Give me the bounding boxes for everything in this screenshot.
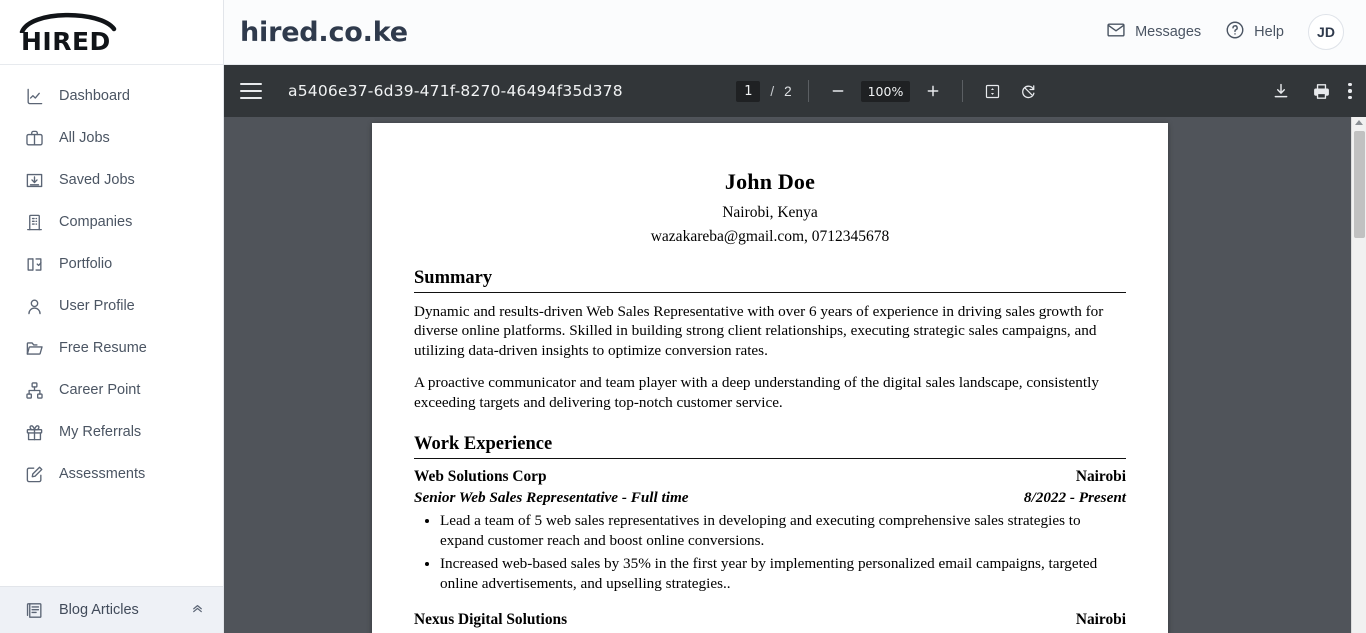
sidebar-item-all-jobs[interactable]: All Jobs <box>0 117 223 159</box>
messages-button[interactable]: Messages <box>1106 20 1201 44</box>
sidebar-item-label: Companies <box>59 214 133 230</box>
resume-name: John Doe <box>724 169 816 194</box>
logo-text: HIRED <box>21 27 111 56</box>
page-number-input[interactable]: 1 <box>736 80 761 102</box>
hierarchy-icon <box>24 380 45 401</box>
sidebar: HIRED Dashboard All Jobs Saved Jobs Comp… <box>0 0 224 633</box>
briefcase-icon <box>24 128 45 149</box>
sidebar-item-companies[interactable]: Companies <box>0 201 223 243</box>
hired-logo: HIRED <box>18 7 122 57</box>
rotate-icon[interactable] <box>1015 78 1041 104</box>
sidebar-item-label: User Profile <box>59 298 135 314</box>
job-role-row: Senior Web Sales Representative - Full t… <box>414 489 1126 507</box>
job-company: Web Solutions Corp <box>414 468 547 486</box>
job-role: Senior Web Sales Representative - Full t… <box>414 489 689 507</box>
download-icon[interactable] <box>1268 78 1294 104</box>
fit-page-icon[interactable] <box>979 78 1005 104</box>
book-check-icon <box>24 254 45 275</box>
logo-container[interactable]: HIRED <box>0 0 223 65</box>
user-icon <box>24 296 45 317</box>
resume-document: John Doe Nairobi, Kenya wazakareba@gmail… <box>372 123 1168 633</box>
job-place: Nairobi <box>1075 611 1126 629</box>
sidebar-nav: Dashboard All Jobs Saved Jobs Companies … <box>0 65 223 586</box>
sidebar-item-assessments[interactable]: Assessments <box>0 453 223 495</box>
edit-square-icon <box>24 464 45 485</box>
avatar[interactable]: JD <box>1308 14 1344 50</box>
pdf-toolbar: a5406e37-6d39-471f-8270-46494f35d378 1 /… <box>224 65 1366 117</box>
more-vertical-icon[interactable] <box>1348 82 1352 100</box>
folder-icon <box>24 338 45 359</box>
gift-icon <box>24 422 45 443</box>
pdf-toolbar-actions <box>1268 78 1352 104</box>
resume-summary-paragraph: Dynamic and results-driven Web Sales Rep… <box>414 303 1104 359</box>
print-icon[interactable] <box>1308 78 1334 104</box>
page-title: hired.co.ke <box>240 16 408 48</box>
news-icon <box>24 600 45 621</box>
zoom-level[interactable]: 100% <box>860 80 911 102</box>
chart-line-icon <box>24 86 45 107</box>
viewer-scrollbar[interactable] <box>1351 117 1366 633</box>
messages-label: Messages <box>1135 24 1202 40</box>
help-label: Help <box>1254 24 1284 40</box>
sidebar-item-user-profile[interactable]: User Profile <box>0 285 223 327</box>
document-title: a5406e37-6d39-471f-8270-46494f35d378 <box>288 82 623 100</box>
question-circle-icon <box>1225 20 1245 44</box>
job-bullet: Increased web-based sales by 35% in the … <box>440 554 1126 593</box>
main-area: hired.co.ke Messages Help JD a5406e37-6d… <box>224 0 1366 633</box>
resume-location: Nairobi, Kenya <box>722 204 818 221</box>
scroll-up-arrow-icon[interactable] <box>1355 120 1363 125</box>
job-place: Nairobi <box>1075 468 1126 486</box>
job-bullet: Lead a team of 5 web sales representativ… <box>440 511 1126 550</box>
sidebar-item-label: Portfolio <box>59 256 113 272</box>
sidebar-item-dashboard[interactable]: Dashboard <box>0 75 223 117</box>
sidebar-item-label: Saved Jobs <box>59 172 135 188</box>
toolbar-divider <box>807 80 809 102</box>
building-icon <box>24 212 45 233</box>
hamburger-menu-icon[interactable] <box>240 83 262 99</box>
resume-job-entry: Web Solutions Corp Nairobi Senior Web Sa… <box>414 468 1126 593</box>
zoom-in-button[interactable] <box>920 78 946 104</box>
job-company: Nexus Digital Solutions <box>414 611 568 629</box>
envelope-icon <box>1106 20 1126 44</box>
sidebar-item-label: Dashboard <box>59 88 130 104</box>
resume-summary-paragraph: A proactive communicator and team player… <box>414 374 1099 411</box>
pdf-viewer: a5406e37-6d39-471f-8270-46494f35d378 1 /… <box>224 65 1366 633</box>
sidebar-item-label: Free Resume <box>59 340 147 356</box>
help-button[interactable]: Help <box>1225 20 1284 44</box>
resume-job-entry: Nexus Digital Solutions Nairobi Web Sale… <box>414 611 1126 633</box>
resume-section-experience-heading: Work Experience <box>414 434 1126 460</box>
page-separator: / <box>770 83 775 99</box>
total-pages: 2 <box>784 83 792 99</box>
resume-section-summary-heading: Summary <box>414 268 1126 293</box>
sidebar-item-my-referrals[interactable]: My Referrals <box>0 411 223 453</box>
job-bullets: Lead a team of 5 web sales representativ… <box>414 511 1126 593</box>
top-header: hired.co.ke Messages Help JD <box>224 0 1366 65</box>
job-header-row: Web Solutions Corp Nairobi <box>414 468 1126 486</box>
pdf-canvas-area: John Doe Nairobi, Kenya wazakareba@gmail… <box>224 117 1366 633</box>
sidebar-item-portfolio[interactable]: Portfolio <box>0 243 223 285</box>
pdf-page-controls: 1 / 2 100% <box>736 78 1041 104</box>
app-root: HIRED Dashboard All Jobs Saved Jobs Comp… <box>0 0 1366 633</box>
zoom-out-button[interactable] <box>825 78 851 104</box>
sidebar-footer-label: Blog Articles <box>59 602 139 618</box>
job-header-row: Nexus Digital Solutions Nairobi <box>414 611 1126 629</box>
sidebar-item-label: All Jobs <box>59 130 110 146</box>
sidebar-item-free-resume[interactable]: Free Resume <box>0 327 223 369</box>
sidebar-item-blog-articles[interactable]: Blog Articles <box>0 586 223 633</box>
chevron-up-icon[interactable] <box>190 600 205 620</box>
sidebar-item-saved-jobs[interactable]: Saved Jobs <box>0 159 223 201</box>
sidebar-item-career-point[interactable]: Career Point <box>0 369 223 411</box>
header-actions: Messages Help JD <box>1106 14 1344 50</box>
sidebar-item-label: Assessments <box>59 466 146 482</box>
pdf-page: John Doe Nairobi, Kenya wazakareba@gmail… <box>372 123 1168 633</box>
sidebar-item-label: Career Point <box>59 382 141 398</box>
scrollbar-thumb[interactable] <box>1354 131 1365 238</box>
job-dates: 8/2022 - Present <box>1023 489 1126 507</box>
toolbar-divider <box>962 80 964 102</box>
sidebar-item-label: My Referrals <box>59 424 142 440</box>
resume-contact: wazakareba@gmail.com, 0712345678 <box>650 228 890 245</box>
save-download-icon <box>24 170 45 191</box>
